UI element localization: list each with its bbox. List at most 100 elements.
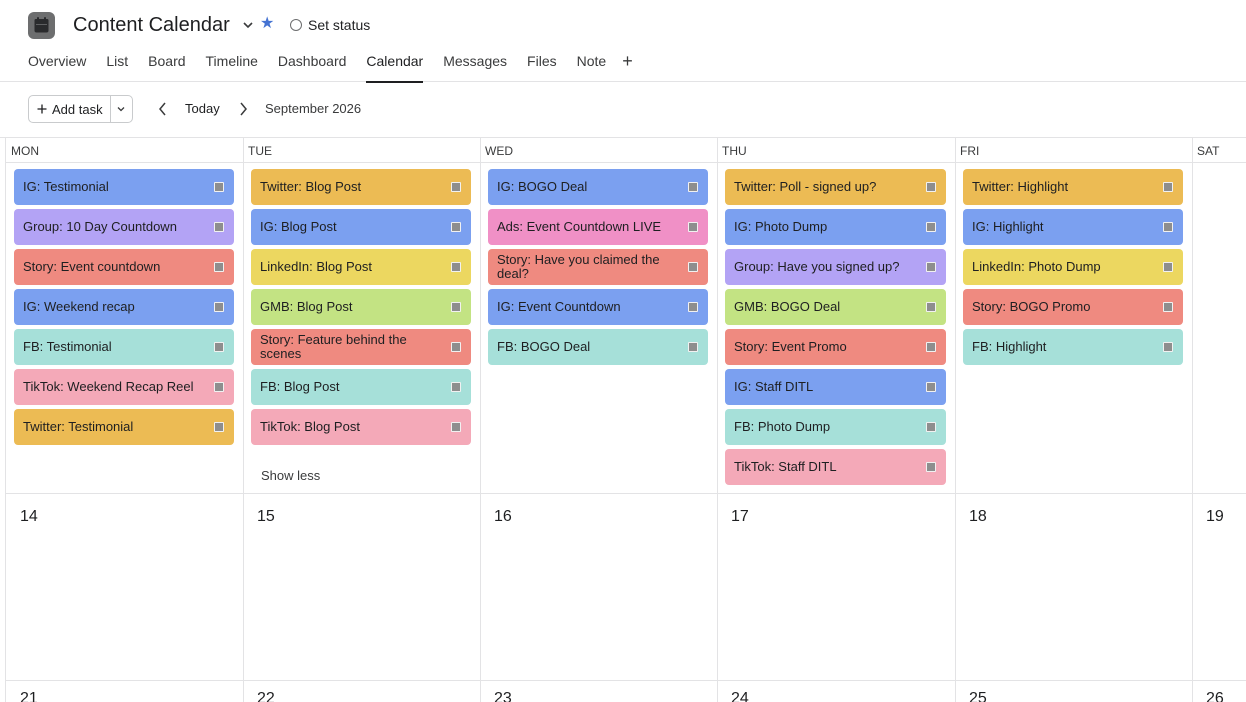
calendar-task[interactable]: Story: Have you claimed the deal? [488, 249, 708, 285]
calendar-task[interactable]: FB: Photo Dump [725, 409, 946, 445]
task-label: TikTok: Weekend Recap Reel [23, 379, 194, 394]
calendar-task[interactable]: Ads: Event Countdown LIVE [488, 209, 708, 245]
calendar-task[interactable]: FB: Blog Post [251, 369, 471, 405]
task-checkbox-icon[interactable] [926, 262, 936, 272]
star-icon[interactable]: ★ [260, 16, 274, 32]
calendar-task[interactable]: LinkedIn: Blog Post [251, 249, 471, 285]
calendar-task[interactable]: Twitter: Highlight [963, 169, 1183, 205]
task-checkbox-icon[interactable] [926, 462, 936, 472]
calendar-task[interactable]: IG: BOGO Deal [488, 169, 708, 205]
task-checkbox-icon[interactable] [1163, 222, 1173, 232]
task-checkbox-icon[interactable] [214, 382, 224, 392]
task-checkbox-icon[interactable] [214, 262, 224, 272]
task-label: IG: Photo Dump [734, 219, 828, 234]
calendar-task[interactable]: LinkedIn: Photo Dump [963, 249, 1183, 285]
calendar-task[interactable]: IG: Testimonial [14, 169, 234, 205]
task-checkbox-icon[interactable] [926, 222, 936, 232]
tab-calendar[interactable]: Calendar [366, 52, 423, 83]
add-task-button[interactable]: Add task [29, 96, 111, 122]
task-checkbox-icon[interactable] [688, 342, 698, 352]
calendar-task[interactable]: FB: Testimonial [14, 329, 234, 365]
calendar-task[interactable]: Group: 10 Day Countdown [14, 209, 234, 245]
task-label: Twitter: Poll - signed up? [734, 179, 877, 194]
calendar-task[interactable]: Group: Have you signed up? [725, 249, 946, 285]
tab-board[interactable]: Board [148, 52, 185, 82]
calendar-task[interactable]: IG: Weekend recap [14, 289, 234, 325]
task-checkbox-icon[interactable] [1163, 182, 1173, 192]
calendar-task[interactable]: IG: Highlight [963, 209, 1183, 245]
calendar-task[interactable]: IG: Blog Post [251, 209, 471, 245]
tab-dashboard[interactable]: Dashboard [278, 52, 347, 82]
weekday-header-divider [6, 162, 1246, 163]
task-checkbox-icon[interactable] [688, 182, 698, 192]
calendar-task[interactable]: Twitter: Poll - signed up? [725, 169, 946, 205]
task-checkbox-icon[interactable] [451, 262, 461, 272]
chevron-left-icon[interactable] [156, 101, 170, 117]
calendar-task[interactable]: Story: BOGO Promo [963, 289, 1183, 325]
task-label: Ads: Event Countdown LIVE [497, 219, 662, 234]
calendar-task[interactable]: GMB: Blog Post [251, 289, 471, 325]
task-checkbox-icon[interactable] [214, 342, 224, 352]
set-status-button[interactable]: Set status [290, 17, 370, 33]
task-checkbox-icon[interactable] [688, 222, 698, 232]
task-checkbox-icon[interactable] [688, 302, 698, 312]
calendar-app-icon[interactable] [28, 12, 55, 39]
tab-overview[interactable]: Overview [28, 52, 86, 82]
task-checkbox-icon[interactable] [451, 342, 461, 352]
calendar-grid: MON TUE WED THU FRI SAT IG: Testimonial Group: … [5, 138, 1246, 702]
task-checkbox-icon[interactable] [214, 302, 224, 312]
project-header: Content Calendar ★ Set status Overview L… [0, 0, 1246, 83]
tab-files[interactable]: Files [527, 52, 557, 82]
task-checkbox-icon[interactable] [926, 422, 936, 432]
tab-messages[interactable]: Messages [443, 52, 507, 82]
add-tab-icon[interactable]: + [622, 52, 633, 82]
add-task-dropdown[interactable] [111, 96, 132, 122]
task-checkbox-icon[interactable] [214, 222, 224, 232]
task-checkbox-icon[interactable] [688, 262, 698, 272]
show-less-link[interactable]: Show less [261, 468, 320, 483]
calendar-task[interactable]: IG: Staff DITL [725, 369, 946, 405]
column-divider [480, 138, 481, 702]
task-label: Story: Feature behind the scenes [260, 332, 407, 361]
calendar-task[interactable]: Story: Event Promo [725, 329, 946, 365]
task-label: TikTok: Blog Post [260, 419, 360, 434]
date-number: 18 [969, 508, 987, 525]
task-label: Group: Have you signed up? [734, 259, 900, 274]
task-checkbox-icon[interactable] [926, 302, 936, 312]
project-title[interactable]: Content Calendar [73, 14, 230, 37]
task-checkbox-icon[interactable] [451, 422, 461, 432]
tab-note[interactable]: Note [577, 52, 607, 82]
calendar-task[interactable]: FB: Highlight [963, 329, 1183, 365]
chevron-down-icon[interactable] [240, 17, 256, 33]
calendar-task[interactable]: Twitter: Blog Post [251, 169, 471, 205]
calendar-task[interactable]: TikTok: Weekend Recap Reel [14, 369, 234, 405]
task-checkbox-icon[interactable] [451, 222, 461, 232]
chevron-right-icon[interactable] [236, 101, 250, 117]
calendar-task[interactable]: FB: BOGO Deal [488, 329, 708, 365]
task-checkbox-icon[interactable] [1163, 302, 1173, 312]
project-tabs: Overview List Board Timeline Dashboard C… [28, 52, 633, 83]
calendar-task[interactable]: IG: Photo Dump [725, 209, 946, 245]
task-checkbox-icon[interactable] [214, 182, 224, 192]
calendar-task[interactable]: Twitter: Testimonial [14, 409, 234, 445]
calendar-task[interactable]: Story: Event countdown [14, 249, 234, 285]
task-checkbox-icon[interactable] [451, 302, 461, 312]
task-checkbox-icon[interactable] [451, 182, 461, 192]
tab-timeline[interactable]: Timeline [206, 52, 258, 82]
task-checkbox-icon[interactable] [214, 422, 224, 432]
task-checkbox-icon[interactable] [926, 382, 936, 392]
task-checkbox-icon[interactable] [1163, 262, 1173, 272]
calendar-task[interactable]: TikTok: Staff DITL [725, 449, 946, 485]
tab-list[interactable]: List [106, 52, 128, 82]
calendar-task[interactable]: Story: Feature behind the scenes [251, 329, 471, 365]
calendar-task[interactable]: TikTok: Blog Post [251, 409, 471, 445]
task-checkbox-icon[interactable] [451, 382, 461, 392]
task-checkbox-icon[interactable] [926, 342, 936, 352]
task-checkbox-icon[interactable] [1163, 342, 1173, 352]
today-button[interactable]: Today [185, 101, 220, 116]
calendar-task[interactable]: GMB: BOGO Deal [725, 289, 946, 325]
task-checkbox-icon[interactable] [926, 182, 936, 192]
task-label: FB: Testimonial [23, 339, 112, 354]
date-number: 14 [20, 508, 38, 525]
calendar-task[interactable]: IG: Event Countdown [488, 289, 708, 325]
